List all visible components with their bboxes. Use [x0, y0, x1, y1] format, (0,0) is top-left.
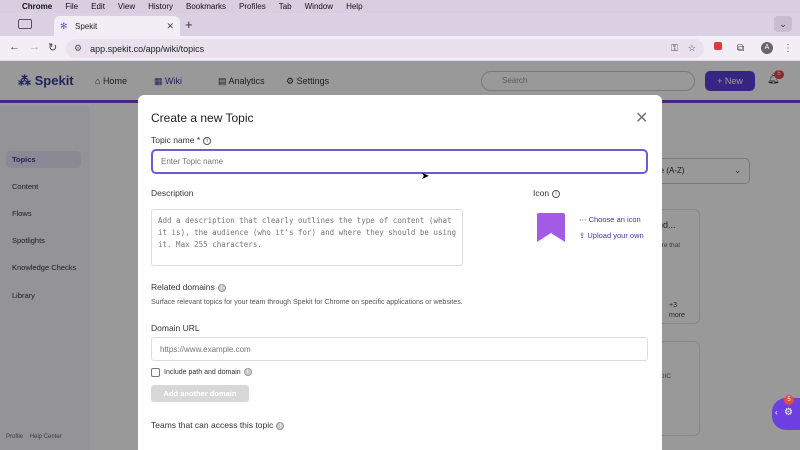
profile-avatar[interactable]: A: [761, 42, 773, 54]
forward-arrow-icon[interactable]: →: [29, 41, 40, 53]
address-url: app.spekit.co/app/wiki/topics: [90, 43, 205, 54]
modal-title: Create a new Topic: [151, 111, 254, 125]
related-domains-description: Surface relevant topics for your team th…: [151, 299, 463, 306]
teams-access-label-text: Teams that can access this topic: [151, 420, 274, 430]
menu-bookmarks[interactable]: Bookmarks: [186, 2, 226, 11]
teams-access-label: Teams that can access this topic i: [151, 420, 285, 430]
bookmark-star-icon[interactable]: ☆: [688, 43, 696, 54]
spekit-gear-icon: ⚙: [784, 407, 793, 418]
add-another-domain-button[interactable]: Add another domain: [151, 385, 249, 402]
sidebar-toggle-icon[interactable]: [18, 19, 32, 29]
menu-app-name[interactable]: Chrome: [22, 2, 52, 11]
choose-icon-link[interactable]: ⋯ Choose an icon: [579, 215, 641, 224]
password-key-icon[interactable]: ⚿: [671, 43, 678, 54]
menu-profiles[interactable]: Profiles: [239, 2, 266, 11]
related-domains-label: Related domains i: [151, 282, 226, 292]
browser-toolbar: ← → ↻ ⚙ app.spekit.co/app/wiki/topics ⚿ …: [0, 36, 800, 61]
domain-url-label: Domain URL: [151, 323, 200, 333]
upload-own-link[interactable]: ⇪ Upload your own: [579, 231, 644, 240]
include-path-label: Include path and domain i: [164, 368, 252, 376]
info-icon[interactable]: i: [552, 189, 561, 198]
extension-red-icon[interactable]: [713, 41, 723, 51]
menu-edit[interactable]: Edit: [91, 2, 105, 11]
menu-history[interactable]: History: [148, 2, 173, 11]
browser-tab-strip: ✻ Spekit ✕ + ⌄: [0, 13, 800, 36]
include-path-checkbox[interactable]: [151, 368, 160, 377]
extensions-puzzle-icon[interactable]: ⧉: [737, 43, 744, 54]
include-path-label-text: Include path and domain: [164, 368, 241, 376]
info-icon[interactable]: i: [276, 421, 285, 430]
topic-name-label: Topic name * i: [151, 135, 212, 145]
reload-icon[interactable]: ↻: [48, 41, 57, 54]
create-topic-modal: Create a new Topic ✕ Topic name *i Descr…: [138, 95, 662, 450]
info-icon[interactable]: i: [243, 368, 252, 376]
description-label: Description: [151, 188, 194, 198]
related-domains-label-text: Related domains: [151, 282, 215, 292]
domain-url-input[interactable]: [151, 337, 648, 361]
icon-label: Icon i: [533, 188, 561, 198]
description-textarea[interactable]: [151, 209, 463, 266]
new-tab-icon[interactable]: +: [185, 17, 193, 32]
dashes-icon: ⋯: [579, 215, 589, 224]
close-icon[interactable]: ✕: [635, 108, 648, 128]
address-bar[interactable]: ⚙ app.spekit.co/app/wiki/topics ⚿ ☆: [66, 39, 704, 58]
menu-tab[interactable]: Tab: [279, 2, 292, 11]
macos-menubar: Chrome File Edit View History Bookmarks …: [0, 0, 800, 13]
chevron-left-icon: ‹: [775, 408, 778, 417]
bookmark-icon-preview[interactable]: [537, 213, 565, 242]
menu-file[interactable]: File: [65, 2, 78, 11]
menu-view[interactable]: View: [118, 2, 135, 11]
menu-window[interactable]: Window: [305, 2, 333, 11]
tab-search-chevron-icon[interactable]: ⌄: [774, 16, 792, 32]
topic-name-input[interactable]: [151, 149, 648, 174]
menu-help[interactable]: Help: [346, 2, 362, 11]
browser-menu-icon[interactable]: ⋮: [783, 43, 793, 54]
browser-tab-title: Spekit: [75, 21, 98, 31]
browser-tab[interactable]: ✻ Spekit ✕: [54, 16, 180, 36]
topic-name-label-text: Topic name *: [151, 135, 201, 145]
back-arrow-icon[interactable]: ←: [9, 41, 20, 53]
site-info-icon[interactable]: ⚙: [74, 43, 82, 54]
floating-badge: 5: [784, 395, 794, 405]
spekit-favicon-icon: ✻: [60, 20, 68, 31]
tab-close-icon[interactable]: ✕: [166, 21, 174, 32]
choose-icon-text: Choose an icon: [588, 215, 641, 224]
upload-own-text: Upload your own: [587, 231, 644, 240]
info-icon[interactable]: i: [217, 283, 226, 292]
icon-label-text: Icon: [533, 188, 550, 198]
mouse-cursor-icon: ➤: [421, 171, 430, 182]
info-icon[interactable]: i: [203, 136, 212, 145]
